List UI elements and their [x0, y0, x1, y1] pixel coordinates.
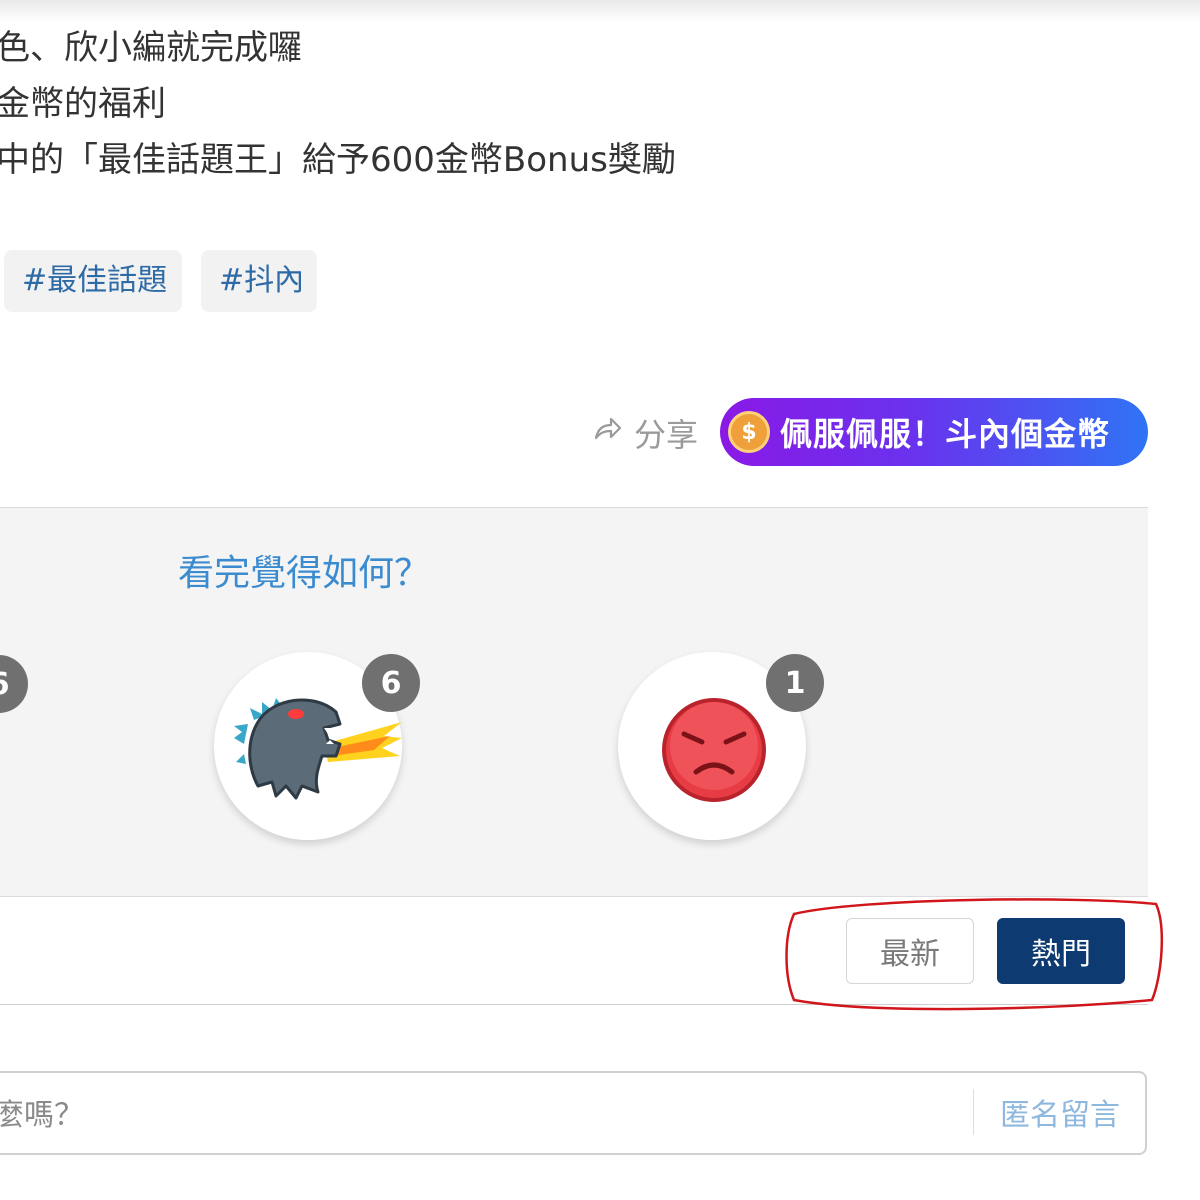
comment-input-box[interactable]: [0, 1071, 1147, 1155]
reaction-count-godzilla: 6: [362, 654, 420, 712]
donate-button[interactable]: $ 佩服佩服！斗內個金幣: [720, 398, 1148, 466]
sort-latest-button[interactable]: 最新: [846, 918, 974, 984]
article-text-line-3: 中的「最佳話題王」給予600金幣Bonus獎勵: [0, 140, 676, 180]
top-fade: [0, 0, 1200, 22]
donate-label: 佩服佩服！斗內個金幣: [780, 415, 1111, 453]
comment-input-placeholder[interactable]: 麼嗎？: [0, 1090, 84, 1134]
share-button[interactable]: 分享: [592, 408, 698, 458]
article-text-line-1: 色、欣小編就完成囉: [0, 28, 302, 68]
coin-icon: $: [728, 411, 770, 453]
sort-hot-button[interactable]: 熱門: [997, 918, 1125, 984]
article-text-line-2: 金幣的福利: [0, 84, 166, 124]
sort-bar: [0, 897, 1148, 1005]
reaction-panel: [0, 507, 1148, 897]
reaction-count-angry: 1: [766, 654, 824, 712]
tag-donate[interactable]: #抖內: [201, 250, 317, 312]
reaction-title: 看完覺得如何？: [178, 553, 431, 594]
comment-divider: [973, 1089, 974, 1135]
share-label: 分享: [634, 416, 699, 454]
share-icon: [592, 414, 622, 452]
tag-best-topic[interactable]: #最佳話題: [4, 250, 182, 312]
anonymous-comment-button[interactable]: 匿名留言: [1000, 1090, 1120, 1134]
